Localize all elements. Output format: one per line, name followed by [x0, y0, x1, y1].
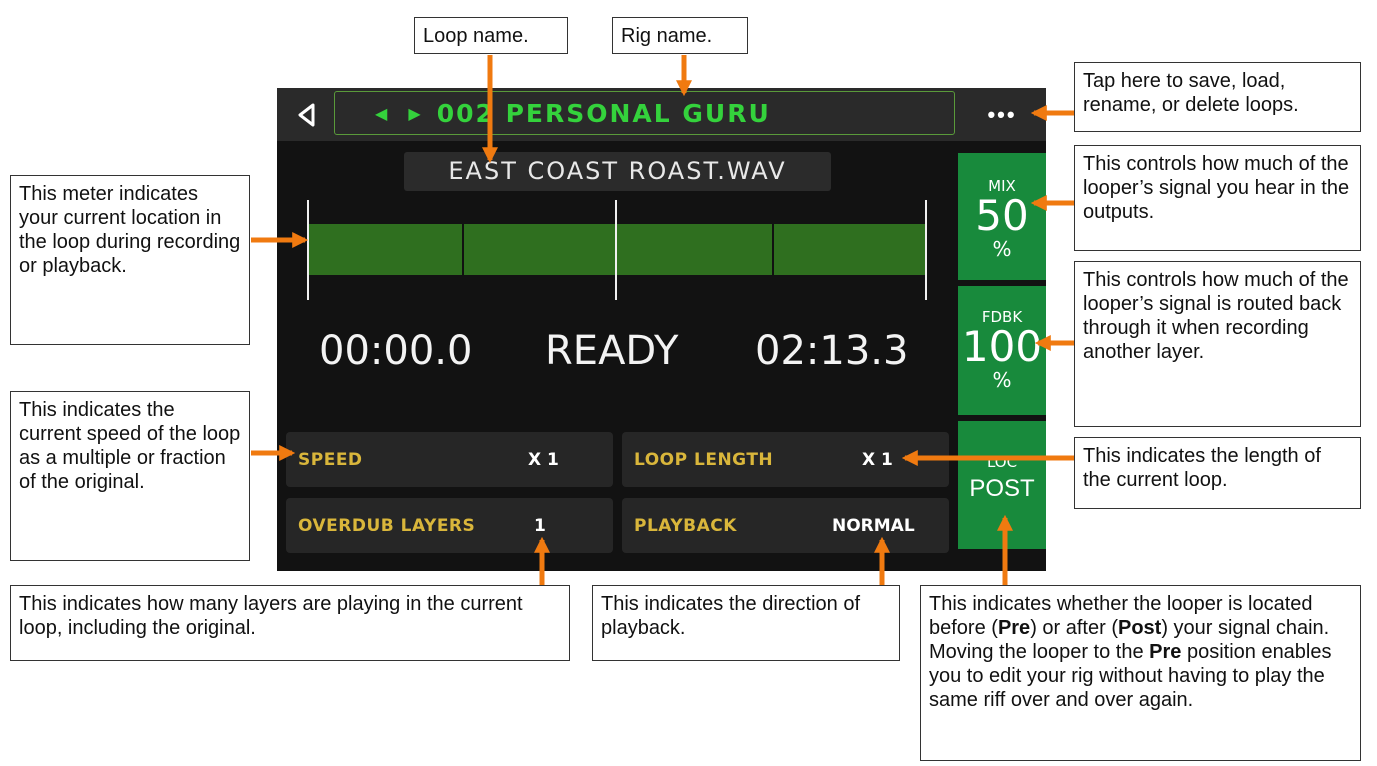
speed-value: X 1: [528, 449, 559, 470]
playback-label: PLAYBACK: [634, 515, 737, 536]
callout-meter: This meter indicates your current locati…: [10, 175, 250, 345]
speed-param[interactable]: SPEED X 1: [286, 432, 613, 487]
loop-length-value: X 1: [862, 449, 893, 470]
callout-loop-name: Loop name.: [414, 17, 568, 54]
mix-value: 50: [975, 191, 1029, 240]
rig-name-field[interactable]: ◀ ▶ 002 PERSONAL GURU: [334, 91, 955, 135]
fdbk-knob[interactable]: FDBK 100 %: [958, 286, 1046, 415]
mix-unit: %: [992, 237, 1012, 261]
status-text: READY: [545, 328, 679, 374]
looper-screen: ◀ ▶ 002 PERSONAL GURU EAST COAST ROAST.W…: [277, 88, 972, 571]
playback-value: NORMAL: [832, 515, 915, 536]
callout-tap-here: Tap here to save, load, rename, or delet…: [1074, 62, 1361, 132]
meter-divider: [772, 224, 774, 275]
callout-rig-name: Rig name.: [612, 17, 748, 54]
fdbk-value: 100: [961, 322, 1043, 371]
back-triangle-icon: [298, 103, 315, 126]
meter-start-tick: [307, 200, 309, 300]
rig-name: 002 PERSONAL GURU: [436, 98, 771, 128]
callout-speed: This indicates the current speed of the …: [10, 391, 250, 561]
speed-label: SPEED: [298, 449, 363, 470]
callout-loc-pre-2: Pre: [1149, 641, 1182, 663]
callout-fdbk: This controls how much of the looper’s s…: [1074, 261, 1361, 427]
loop-name[interactable]: EAST COAST ROAST.WAV: [404, 152, 831, 191]
time-total: 02:13.3: [755, 328, 909, 374]
time-current: 00:00.0: [319, 328, 473, 374]
top-bar: ◀ ▶ 002 PERSONAL GURU: [277, 88, 972, 141]
callout-overdub: This indicates how many layers are playi…: [10, 585, 570, 661]
loop-position-meter: [309, 224, 925, 275]
loop-length-param[interactable]: LOOP LENGTH X 1: [622, 432, 949, 487]
meter-end-tick: [925, 200, 927, 300]
more-dots-icon[interactable]: •••: [958, 88, 1046, 141]
callout-mix: This controls how much of the looper’s s…: [1074, 145, 1361, 251]
loc-label: LOC: [986, 453, 1018, 471]
rig-nav-arrows-icon[interactable]: ◀ ▶: [375, 104, 429, 123]
mix-knob[interactable]: MIX 50 %: [958, 153, 1046, 280]
callout-loc: This indicates whether the looper is loc…: [920, 585, 1361, 761]
meter-mid-tick: [615, 200, 617, 300]
callout-loc-text-2: ) or after (: [1030, 617, 1118, 639]
callout-playback: This indicates the direction of playback…: [592, 585, 900, 661]
overdub-layers-param[interactable]: OVERDUB LAYERS 1: [286, 498, 613, 553]
loc-value: POST: [969, 475, 1035, 502]
back-button[interactable]: [287, 96, 327, 133]
callout-loc-post: Post: [1117, 617, 1162, 639]
loc-knob[interactable]: LOC POST: [958, 421, 1046, 549]
overdub-layers-value: 1: [534, 515, 546, 536]
fdbk-unit: %: [992, 368, 1012, 392]
callout-loc-pre-1: Pre: [997, 617, 1031, 639]
playback-param[interactable]: PLAYBACK NORMAL: [622, 498, 949, 553]
overdub-layers-label: OVERDUB LAYERS: [298, 515, 476, 536]
loop-length-label: LOOP LENGTH: [634, 449, 774, 470]
meter-divider: [462, 224, 464, 275]
callout-loop-length: This indicates the length of the current…: [1074, 437, 1361, 509]
